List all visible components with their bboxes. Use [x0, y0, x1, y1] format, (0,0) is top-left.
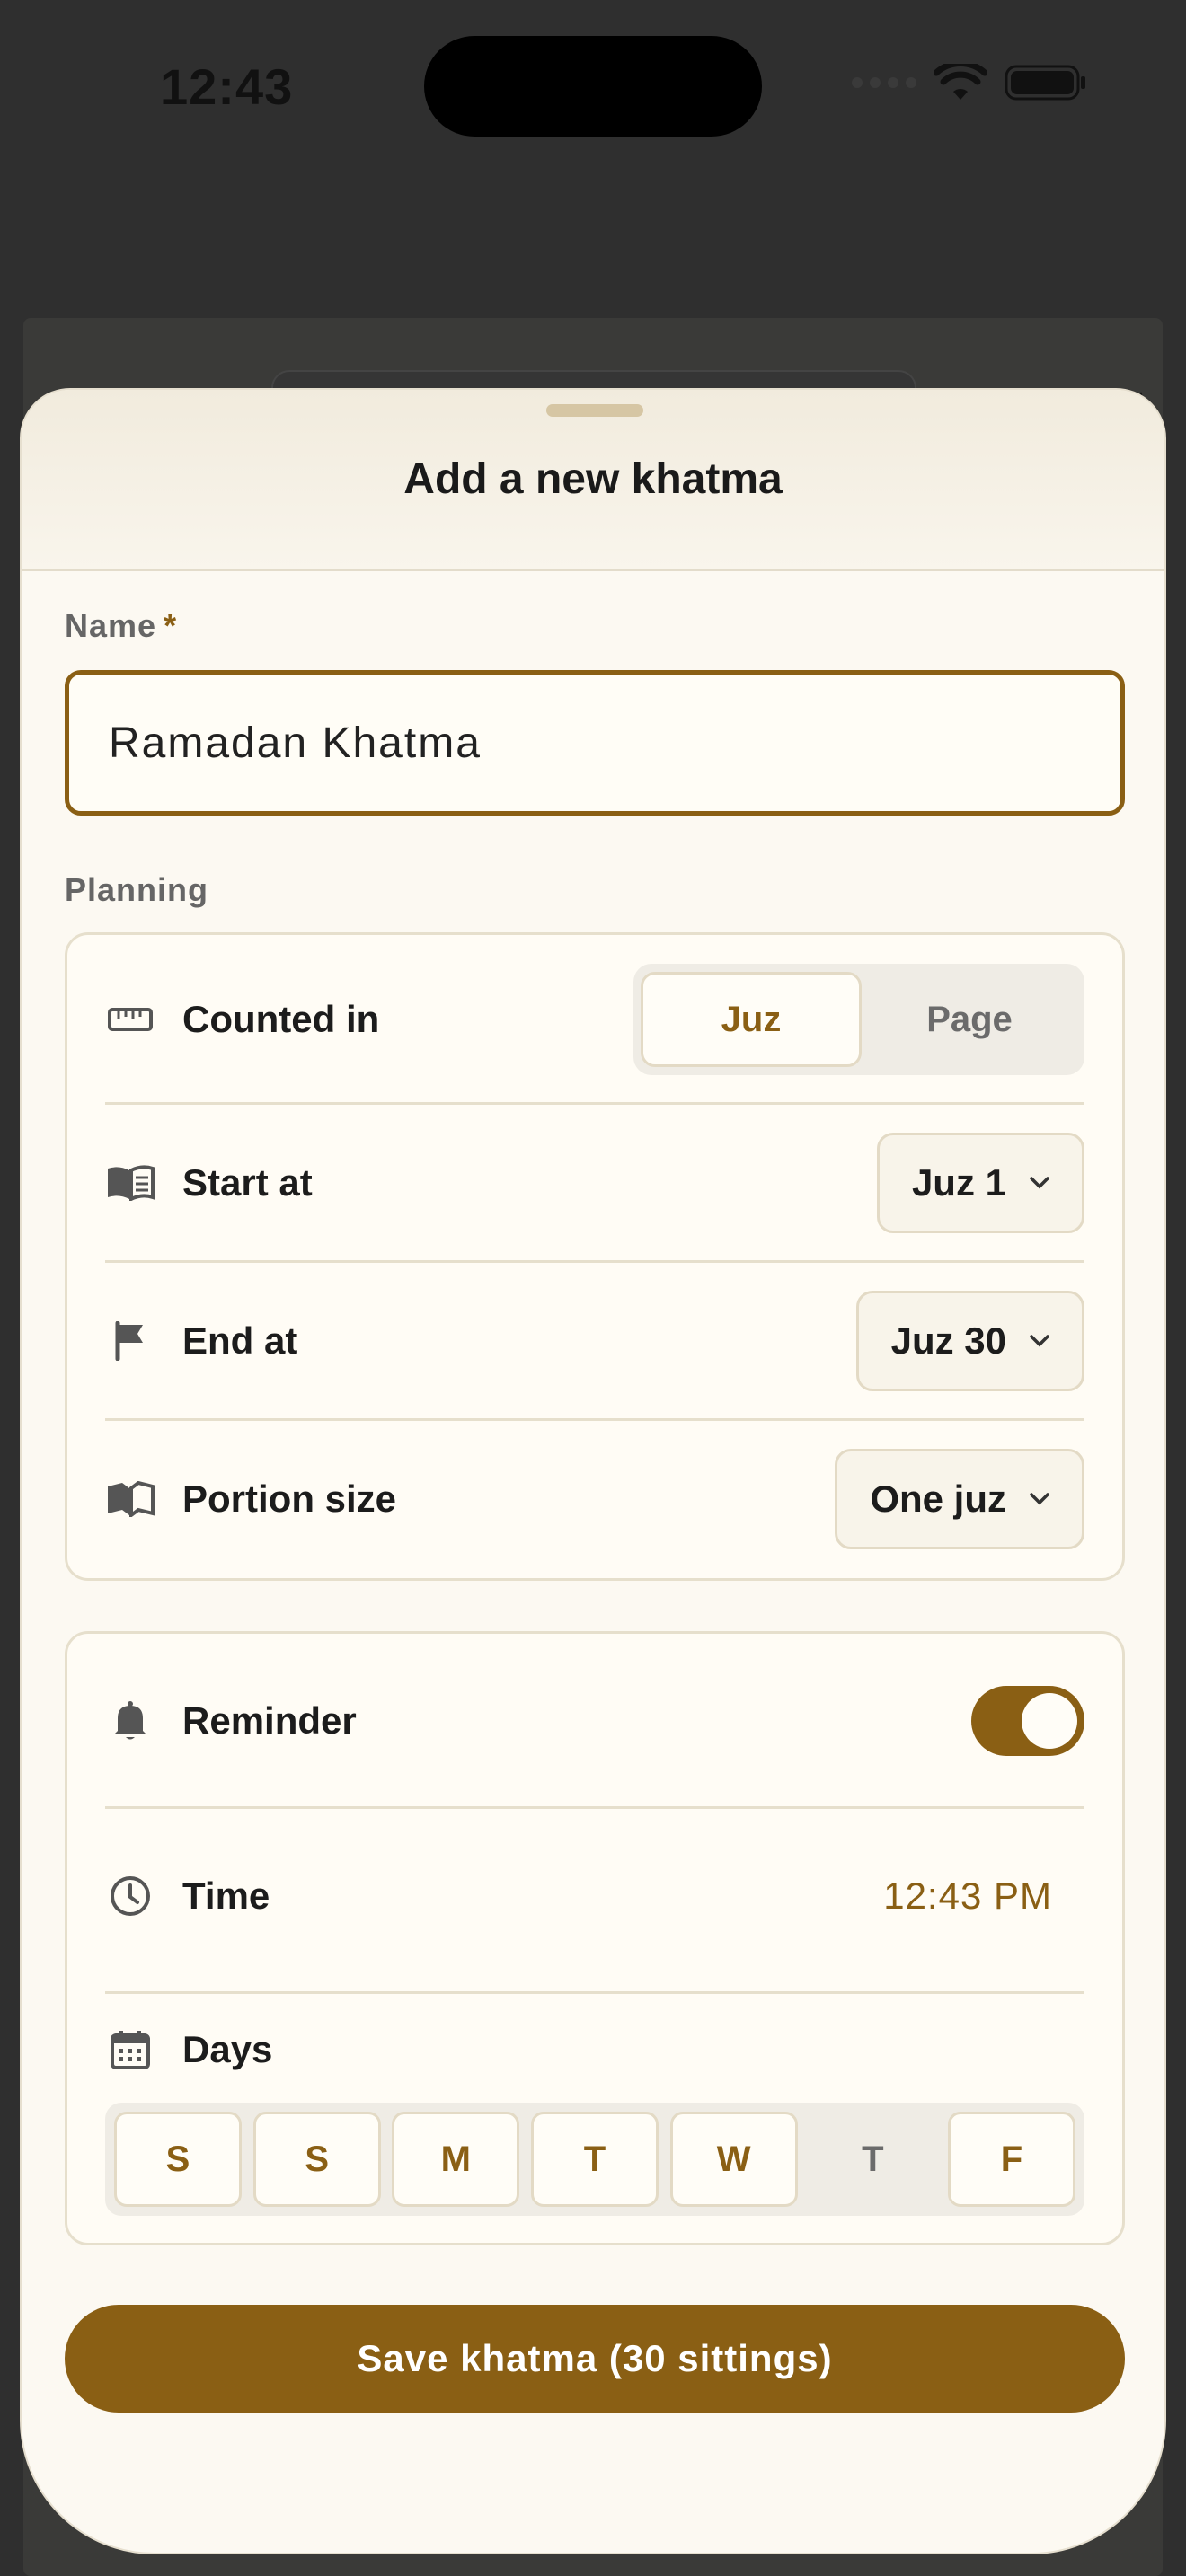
name-label-text: Name: [65, 607, 157, 644]
days-selector: S S M T W T F: [105, 2103, 1084, 2216]
end-at-dropdown[interactable]: Juz 30: [855, 1291, 1084, 1391]
reminder-toggle[interactable]: [971, 1686, 1084, 1756]
chevron-down-icon: [1030, 1177, 1049, 1189]
name-input-value: Ramadan Khatma: [109, 719, 482, 767]
toggle-knob: [1022, 1693, 1077, 1749]
name-input[interactable]: Ramadan Khatma: [65, 670, 1125, 816]
time-picker[interactable]: 12:43 PM: [883, 1875, 1052, 1918]
planning-card: Counted in Juz Page Start at Juz 1 End a…: [65, 932, 1125, 1581]
chevron-down-icon: [1030, 1493, 1049, 1505]
start-at-value: Juz 1: [911, 1161, 1006, 1204]
days-label: Days: [182, 2028, 273, 2070]
segment-juz[interactable]: Juz: [641, 972, 862, 1067]
sheet-header: Add a new khatma: [22, 390, 1164, 571]
dynamic-island: [424, 36, 762, 137]
day-toggle-saturday[interactable]: S: [114, 2112, 242, 2207]
sheet-title: Add a new khatma: [403, 455, 783, 503]
divider: [105, 1102, 1084, 1105]
name-label: Name *: [65, 607, 177, 645]
wifi-icon: [934, 64, 987, 100]
day-toggle-monday[interactable]: M: [392, 2112, 520, 2207]
bell-icon: [105, 1696, 155, 1746]
chevron-down-icon: [1030, 1335, 1049, 1347]
book-open-icon: [105, 1158, 155, 1208]
save-khatma-button[interactable]: Save khatma (30 sittings): [65, 2305, 1125, 2413]
calendar-icon: [105, 2025, 155, 2075]
divider: [105, 1991, 1084, 1994]
status-icons: [852, 63, 1087, 102]
end-at-label: End at: [182, 1319, 298, 1362]
day-toggle-friday[interactable]: F: [947, 2112, 1075, 2207]
reminder-label: Reminder: [182, 1699, 357, 1742]
portion-size-dropdown[interactable]: One juz: [835, 1449, 1084, 1549]
portion-size-value: One juz: [870, 1478, 1006, 1520]
add-khatma-sheet: Add a new khatma Name * Ramadan Khatma Pl…: [20, 388, 1166, 2554]
status-bar: 12:43: [0, 0, 1186, 171]
day-toggle-sunday[interactable]: S: [252, 2112, 381, 2207]
day-toggle-thursday[interactable]: T: [809, 2112, 936, 2207]
counted-in-label: Counted in: [182, 998, 380, 1040]
end-at-value: Juz 30: [890, 1319, 1006, 1362]
flag-icon: [105, 1316, 155, 1366]
portion-size-label: Portion size: [182, 1478, 397, 1520]
required-mark: *: [164, 607, 178, 644]
divider: [105, 1418, 1084, 1421]
map-book-icon: [105, 1474, 155, 1524]
divider: [105, 1806, 1084, 1809]
planning-label: Planning: [65, 871, 208, 908]
sheet-grabber[interactable]: [546, 404, 643, 417]
start-at-dropdown[interactable]: Juz 1: [876, 1133, 1084, 1233]
reminder-card: Reminder Time 12:43 PM Days S S M T W T …: [65, 1631, 1125, 2245]
reminder-row: Reminder: [105, 1663, 1084, 1779]
days-row: Days: [105, 2009, 1084, 2090]
battery-icon: [1005, 65, 1085, 101]
ruler-icon: [105, 994, 155, 1045]
clock-icon: [105, 1871, 155, 1921]
signal-icon: [852, 77, 916, 88]
day-toggle-tuesday[interactable]: T: [530, 2112, 659, 2207]
time-label: Time: [182, 1875, 270, 1917]
divider: [105, 1260, 1084, 1263]
unit-segmented-control: Juz Page: [633, 964, 1084, 1075]
segment-page[interactable]: Page: [862, 972, 1077, 1067]
day-toggle-wednesday[interactable]: W: [669, 2112, 798, 2207]
start-at-label: Start at: [182, 1161, 313, 1204]
status-time: 12:43: [160, 58, 294, 115]
top-toolbar: [0, 180, 1186, 480]
